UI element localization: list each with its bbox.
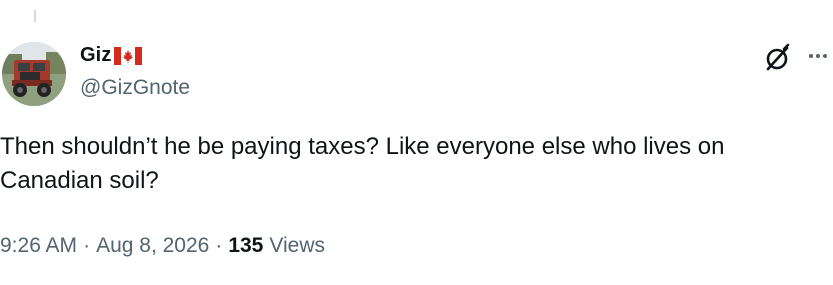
- meta-separator: ·: [215, 234, 223, 257]
- avatar[interactable]: [2, 42, 66, 106]
- tweet-text: Then shouldn’t he be paying taxes? Like …: [0, 133, 732, 194]
- canada-flag-icon: [114, 46, 143, 65]
- views-label: Views: [269, 234, 326, 257]
- tweet-date[interactable]: Aug 8, 2026: [96, 234, 209, 258]
- thread-connector-line: [34, 10, 36, 22]
- more-options-icon[interactable]: [806, 44, 830, 68]
- tweet-time[interactable]: 9:26 AM: [0, 234, 77, 258]
- author-name-row: Giz: [80, 44, 143, 67]
- author-display-name[interactable]: Giz: [80, 44, 111, 67]
- truck-avatar-icon: [2, 42, 66, 106]
- views-count[interactable]: 135: [228, 234, 263, 258]
- author-handle[interactable]: @GizGnote: [80, 76, 190, 100]
- grok-icon[interactable]: [762, 42, 794, 74]
- tweet-card: Giz @GizGnote Then shouldn’t he be payin…: [0, 0, 833, 285]
- tweet-meta: 9:26 AM · Aug 8, 2026 · 135 Views: [0, 234, 325, 258]
- meta-separator: ·: [83, 234, 91, 257]
